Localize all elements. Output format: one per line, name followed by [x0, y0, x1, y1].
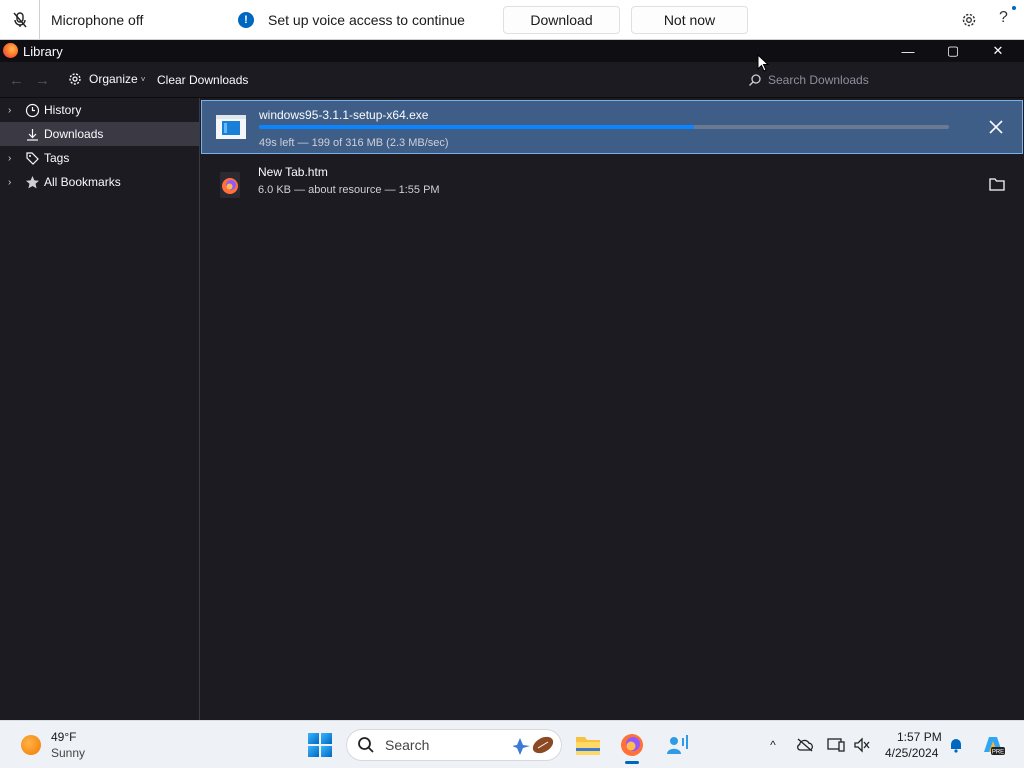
display-icon[interactable]	[826, 735, 846, 755]
download-icon	[24, 126, 40, 142]
notification-dot	[1012, 6, 1016, 10]
voice-access-bar: Microphone off ! Set up voice access to …	[0, 0, 1024, 40]
mouse-cursor-icon	[757, 54, 769, 72]
weather-description[interactable]: Sunny	[51, 746, 85, 760]
not-now-button[interactable]: Not now	[631, 6, 748, 34]
sidebar-item-history[interactable]: › History	[0, 98, 199, 122]
library-sidebar: › History Downloads › Tags › All Bookmar…	[0, 98, 200, 720]
svg-text:PRE: PRE	[992, 750, 1004, 756]
start-button[interactable]	[308, 733, 332, 757]
download-progress-fill	[259, 125, 694, 129]
close-window-button[interactable]: ✕	[976, 40, 1020, 62]
library-toolbar: ← → Organize ˅ Clear Downloads	[0, 62, 1024, 98]
clear-downloads-button[interactable]: Clear Downloads	[157, 73, 248, 87]
chevron-down-icon: ˅	[140, 74, 146, 84]
notification-bell-icon[interactable]	[946, 735, 966, 755]
sidebar-item-tags[interactable]: › Tags	[0, 146, 199, 170]
windows-logo-icon	[308, 733, 319, 744]
cancel-download-button[interactable]	[986, 117, 1006, 137]
windows-logo-icon	[321, 746, 332, 757]
search-box	[744, 68, 1018, 92]
microphone-toggle[interactable]	[0, 0, 40, 40]
expand-icon[interactable]: ›	[8, 153, 20, 164]
window-title: Library	[23, 44, 63, 59]
onedrive-offline-icon[interactable]	[795, 735, 815, 755]
sun-icon[interactable]	[21, 735, 41, 755]
downloads-list: windows95-3.1.1-setup-x64.exe 49s left —…	[201, 98, 1024, 720]
windows-logo-icon	[321, 733, 332, 744]
taskbar-search[interactable]: Search	[346, 729, 562, 761]
download-status: 49s left — 199 of 316 MB (2.3 MB/sec)	[259, 137, 449, 149]
organize-menu-button[interactable]: Organize ˅	[67, 71, 145, 87]
download-progress-bar	[259, 125, 949, 129]
search-highlight-icon	[513, 736, 554, 755]
star-icon	[24, 174, 40, 190]
clock-date[interactable]: 4/25/2024	[885, 746, 938, 760]
sidebar-item-downloads[interactable]: Downloads	[0, 122, 199, 146]
forward-button[interactable]: →	[35, 72, 50, 89]
firefox-icon	[621, 734, 643, 756]
window-title-bar: Library — ▢ ✕	[0, 40, 1024, 62]
organize-label: Organize	[89, 72, 138, 86]
search-icon	[358, 737, 374, 753]
sidebar-item-all-bookmarks[interactable]: › All Bookmarks	[0, 170, 199, 194]
download-status: 6.0 KB — about resource — 1:55 PM	[258, 184, 440, 196]
clock-icon	[24, 102, 40, 118]
folder-icon	[989, 178, 1005, 191]
weather-temperature[interactable]: 49°F	[51, 730, 76, 744]
show-hidden-icons-button[interactable]: ^	[763, 735, 783, 755]
sidebar-item-label: All Bookmarks	[44, 175, 121, 189]
voice-access-taskbar-button[interactable]	[661, 729, 693, 761]
open-folder-button[interactable]	[987, 174, 1007, 194]
microphone-status: Microphone off	[51, 12, 144, 28]
setup-message: Set up voice access to continue	[268, 12, 465, 28]
download-item[interactable]: New Tab.htm 6.0 KB — about resource — 1:…	[201, 158, 1023, 212]
clock-time[interactable]: 1:57 PM	[897, 730, 942, 744]
settings-button[interactable]	[960, 11, 978, 34]
maximize-button[interactable]: ▢	[931, 40, 975, 62]
file-explorer-button[interactable]	[572, 729, 604, 761]
folder-icon	[576, 737, 600, 755]
gear-icon	[69, 73, 81, 85]
gear-icon	[962, 13, 976, 27]
sidebar-item-label: Tags	[44, 151, 70, 165]
taskbar: 49°F Sunny Search ^ 1:57 PM 4/25/2024 PR…	[0, 720, 1024, 768]
sidebar-item-label: History	[44, 103, 82, 117]
microphone-off-icon	[12, 12, 27, 28]
copilot-icon[interactable]: PRE	[980, 732, 1006, 758]
minimize-button[interactable]: —	[886, 40, 930, 62]
sidebar-item-label: Downloads	[44, 127, 104, 141]
voice-access-icon	[667, 735, 688, 754]
exe-file-icon	[216, 115, 246, 139]
windows-logo-icon	[308, 746, 319, 757]
tag-icon	[24, 150, 40, 166]
firefox-taskbar-button[interactable]	[616, 729, 648, 764]
cancel-icon	[989, 120, 1003, 134]
back-button[interactable]: ←	[9, 72, 24, 89]
download-button[interactable]: Download	[503, 6, 620, 34]
volume-muted-icon[interactable]	[852, 735, 872, 755]
search-downloads-input[interactable]	[768, 73, 1008, 87]
search-icon	[749, 74, 761, 86]
download-filename: New Tab.htm	[258, 165, 328, 179]
download-filename: windows95-3.1.1-setup-x64.exe	[259, 108, 429, 122]
taskbar-search-label: Search	[385, 737, 430, 753]
info-icon: !	[238, 12, 254, 28]
download-item[interactable]: windows95-3.1.1-setup-x64.exe 49s left —…	[201, 100, 1023, 154]
help-button[interactable]: ?	[999, 9, 1008, 27]
expand-icon[interactable]: ›	[8, 105, 20, 116]
expand-icon[interactable]: ›	[8, 177, 20, 188]
firefox-logo-icon	[3, 43, 18, 58]
firefox-file-icon	[215, 172, 245, 198]
